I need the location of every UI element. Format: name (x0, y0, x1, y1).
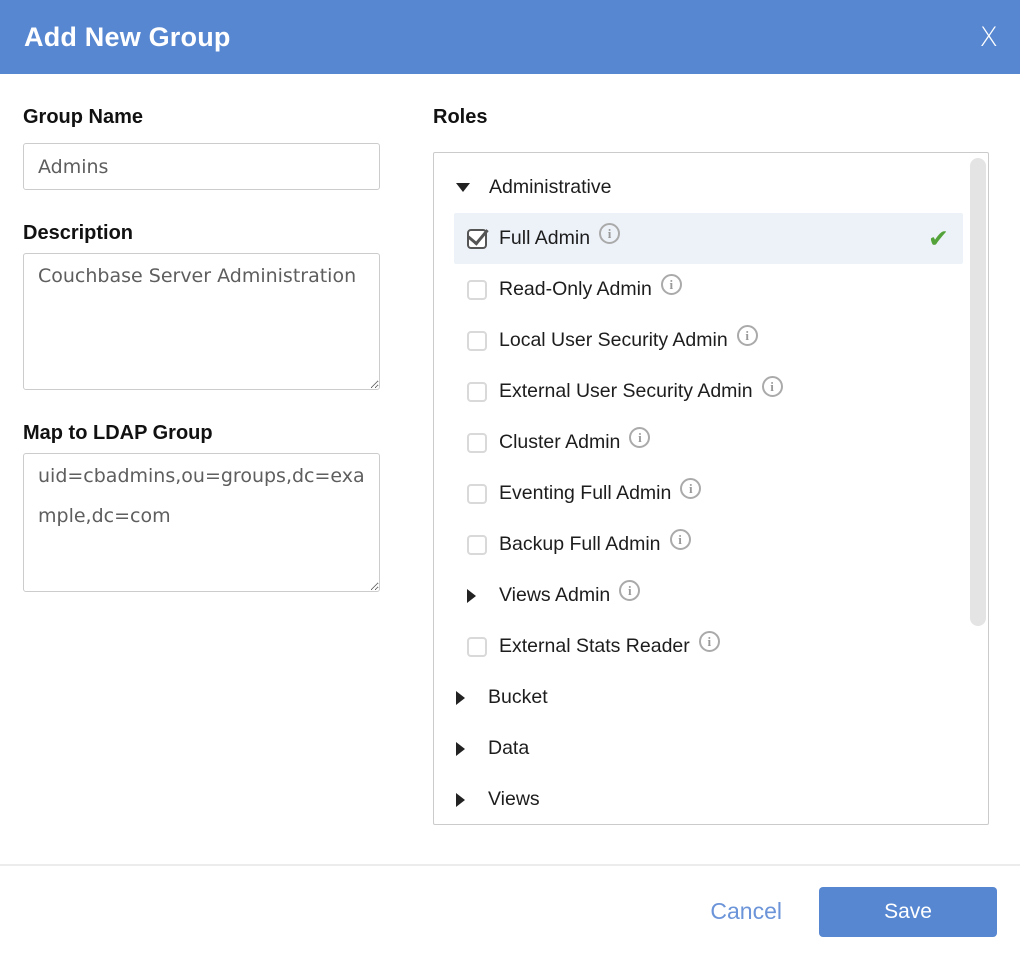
role-item-label: Views Admin (499, 584, 610, 607)
selected-check-icon: ✔ (928, 226, 949, 251)
dialog-header: Add New Group X (0, 0, 1020, 74)
info-icon[interactable]: i (670, 529, 691, 550)
role-checkbox-checked[interactable] (467, 229, 487, 249)
role-row[interactable]: External User Security Admin i (454, 366, 963, 417)
role-item-label: Full Admin (499, 227, 590, 250)
close-icon[interactable]: X (980, 0, 999, 74)
role-item-label: Administrative (489, 176, 611, 199)
roles-listbox[interactable]: Administrative Full Admin i ✔ Read-Only Admi… (433, 152, 989, 825)
role-row[interactable]: Cluster Admin i (454, 417, 963, 468)
role-item-label: External Stats Reader (499, 635, 690, 658)
expand-triangle-icon[interactable] (456, 742, 465, 756)
role-row[interactable]: Backup Full Admin i (454, 519, 963, 570)
role-checkbox[interactable] (467, 331, 487, 351)
role-group-row[interactable]: Data (454, 723, 963, 774)
role-row[interactable]: Eventing Full Admin i (454, 468, 963, 519)
ldap-group-label: Map to LDAP Group (23, 422, 213, 445)
role-checkbox[interactable] (467, 382, 487, 402)
dialog-footer: Cancel Save (0, 864, 1020, 957)
roles-label: Roles (433, 106, 487, 129)
ldap-group-textarea[interactable]: uid=cbadmins,ou=groups,dc=example,dc=com (23, 453, 380, 592)
cancel-button[interactable]: Cancel (710, 898, 782, 925)
info-icon[interactable]: i (680, 478, 701, 499)
role-row[interactable]: Full Admin i ✔ (454, 213, 963, 264)
role-checkbox[interactable] (467, 535, 487, 555)
role-group-row[interactable]: Administrative (454, 162, 963, 213)
role-checkbox[interactable] (467, 637, 487, 657)
role-item-label: Local User Security Admin (499, 329, 728, 352)
role-row[interactable]: Read-Only Admin i (454, 264, 963, 315)
group-name-label: Group Name (23, 106, 143, 129)
role-group-row[interactable]: Views Admin i (454, 570, 963, 621)
expand-triangle-icon[interactable] (456, 691, 465, 705)
info-icon[interactable]: i (699, 631, 720, 652)
info-icon[interactable]: i (599, 223, 620, 244)
info-icon[interactable]: i (629, 427, 650, 448)
expand-triangle-icon[interactable] (467, 589, 476, 603)
description-textarea[interactable]: Couchbase Server Administration (23, 253, 380, 390)
role-item-label: Data (488, 737, 529, 760)
role-item-label: Bucket (488, 686, 548, 709)
role-item-label: Views (488, 788, 540, 811)
role-item-label: Backup Full Admin (499, 533, 661, 556)
role-group-row[interactable]: Bucket (454, 672, 963, 723)
role-checkbox[interactable] (467, 433, 487, 453)
info-icon[interactable]: i (762, 376, 783, 397)
group-name-input[interactable] (23, 143, 380, 190)
expand-triangle-icon[interactable] (456, 793, 465, 807)
info-icon[interactable]: i (619, 580, 640, 601)
role-item-label: Cluster Admin (499, 431, 620, 454)
description-label: Description (23, 222, 133, 245)
info-icon[interactable]: i (737, 325, 758, 346)
roles-list: Administrative Full Admin i ✔ Read-Only Admi… (434, 153, 988, 825)
scrollbar-thumb[interactable] (970, 158, 986, 626)
role-item-label: External User Security Admin (499, 380, 753, 403)
role-checkbox[interactable] (467, 280, 487, 300)
role-item-label: Eventing Full Admin (499, 482, 671, 505)
info-icon[interactable]: i (661, 274, 682, 295)
role-checkbox[interactable] (467, 484, 487, 504)
dialog-title: Add New Group (24, 22, 231, 53)
save-button[interactable]: Save (819, 887, 997, 937)
role-group-row[interactable]: Views (454, 774, 963, 825)
role-row[interactable]: Local User Security Admin i (454, 315, 963, 366)
role-item-label: Read-Only Admin (499, 278, 652, 301)
collapse-triangle-icon[interactable] (456, 183, 470, 192)
role-row[interactable]: External Stats Reader i (454, 621, 963, 672)
